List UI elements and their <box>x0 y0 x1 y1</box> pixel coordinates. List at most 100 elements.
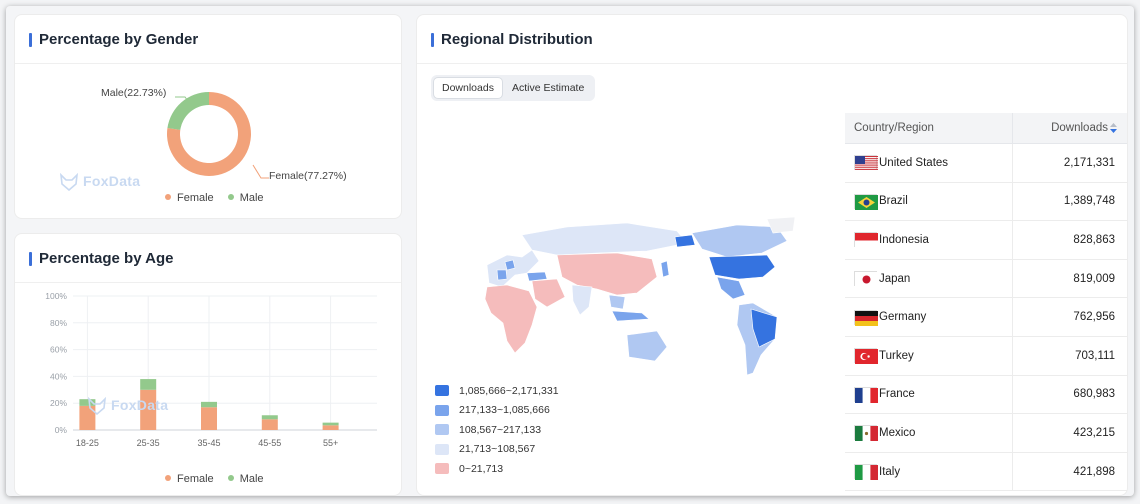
map-country-france <box>496 269 508 281</box>
x-tick-label: 18-25 <box>76 438 99 448</box>
map-region-russia <box>521 222 688 256</box>
table-row[interactable]: United States 2,171,331 <box>845 144 1127 183</box>
column-header-downloads[interactable]: Downloads <box>1013 122 1127 134</box>
country-cell: France <box>845 375 1013 414</box>
table-body: United States 2,171,331 Brazil 1,389,748 Ind… <box>845 144 1127 492</box>
map-legend-item[interactable]: 0~21,713 <box>435 459 559 479</box>
regional-card: Regional Distribution Downloads Active E… <box>416 14 1128 496</box>
map-region-india <box>571 284 593 316</box>
column-header-country: Country/Region <box>845 113 1013 143</box>
country-cell: Indonesia <box>845 221 1013 259</box>
table-row[interactable]: France 680,983 <box>845 375 1127 415</box>
map-legend-item[interactable]: 1,085,666~2,171,331 <box>435 381 559 401</box>
country-name: Mexico <box>879 426 916 439</box>
downloads-cell: 2,171,331 <box>1063 156 1115 169</box>
sort-icon <box>1110 122 1117 133</box>
donut-slice-male[interactable] <box>167 92 209 130</box>
country-cell: Japan <box>845 259 1013 298</box>
downloads-cell: 762,956 <box>1073 311 1115 324</box>
x-tick-label: 25-35 <box>137 438 160 448</box>
country-name: United States <box>879 156 949 169</box>
fox-logo-icon <box>59 173 79 192</box>
map-region-se-asia <box>608 294 626 310</box>
legend-male[interactable]: Male <box>227 473 264 485</box>
table-row[interactable]: Italy 421,898 <box>845 452 1127 492</box>
country-name: Germany <box>879 311 927 324</box>
y-tick-label: 80% <box>50 318 67 328</box>
map-country-germany <box>504 259 516 271</box>
fox-logo-icon <box>87 397 107 416</box>
tab-downloads[interactable]: Downloads <box>434 78 502 98</box>
bar-female-55+[interactable] <box>322 425 339 430</box>
country-name: Indonesia <box>879 233 929 246</box>
map-country-mexico <box>716 276 746 300</box>
country-table: Country/Region Downloads United States 2,… <box>845 113 1127 493</box>
country-cell: Mexico <box>845 414 1013 452</box>
downloads-cell: 423,215 <box>1073 426 1115 439</box>
y-tick-label: 20% <box>50 398 67 408</box>
bar-male-25-35[interactable] <box>140 379 157 390</box>
country-cell: Brazil <box>845 182 1013 221</box>
bar-male-45-55[interactable] <box>261 415 278 420</box>
legend-female[interactable]: Female <box>165 473 214 485</box>
map-legend-item[interactable]: 217,133~1,085,666 <box>435 401 559 421</box>
age-card-title: Percentage by Age <box>29 250 174 267</box>
gender-card: Percentage by Gender Male(22.73%) Female… <box>14 14 402 219</box>
downloads-cell: 421,898 <box>1073 465 1115 478</box>
country-name: Italy <box>879 465 901 478</box>
mx-flag-icon <box>854 425 878 442</box>
gender-legend: Female Male <box>165 192 264 204</box>
world-map[interactable] <box>477 215 797 385</box>
bar-female-45-55[interactable] <box>261 419 278 430</box>
male-slice-label: Male(22.73%) <box>101 87 166 99</box>
legend-swatch <box>435 385 449 397</box>
x-tick-label: 45-55 <box>258 438 281 448</box>
table-row[interactable]: Germany 762,956 <box>845 298 1127 337</box>
table-row[interactable]: Mexico 423,215 <box>845 414 1127 453</box>
foxdata-watermark: FoxData <box>59 173 140 192</box>
legend-male[interactable]: Male <box>227 192 264 204</box>
downloads-cell: 680,983 <box>1073 388 1115 401</box>
age-legend: Female Male <box>165 473 264 485</box>
map-country-japan <box>660 260 670 278</box>
downloads-cell: 819,009 <box>1073 272 1115 285</box>
female-slice-label: Female(77.27%) <box>269 170 347 182</box>
map-country-indonesia <box>611 310 650 322</box>
map-legend-item[interactable]: 108,567~217,133 <box>435 420 559 440</box>
us-flag-icon <box>854 155 878 171</box>
downloads-cell: 703,111 <box>1075 349 1115 362</box>
bar-female-35-45[interactable] <box>201 407 217 430</box>
regional-card-title: Regional Distribution <box>431 31 593 48</box>
y-tick-label: 60% <box>50 345 67 355</box>
tab-active-estimate[interactable]: Active Estimate <box>504 78 592 98</box>
table-row[interactable]: Turkey 703,111 <box>845 336 1127 376</box>
x-tick-label: 55+ <box>323 438 338 448</box>
table-row[interactable]: Indonesia 828,863 <box>845 221 1127 260</box>
legend-swatch <box>435 404 449 416</box>
y-tick-label: 40% <box>50 371 67 381</box>
map-legend-item[interactable]: 21,713~108,567 <box>435 440 559 460</box>
downloads-cell: 828,863 <box>1073 233 1115 246</box>
country-name: Japan <box>879 272 911 285</box>
dashboard-frame: Percentage by Gender Male(22.73%) Female… <box>6 6 1134 496</box>
bar-male-35-45[interactable] <box>201 401 217 408</box>
metric-toggle: Downloads Active Estimate <box>431 75 596 101</box>
y-tick-label: 100% <box>45 291 67 301</box>
table-row[interactable]: Brazil 1,389,748 <box>845 182 1127 222</box>
bar-male-55+[interactable] <box>322 422 339 426</box>
age-card: Percentage by Age 100% 80% 60% 40% 20% 0% 18-2… <box>14 233 402 496</box>
it-flag-icon <box>854 464 878 481</box>
fr-flag-icon <box>854 386 878 403</box>
map-country-united-states <box>708 254 776 280</box>
map-region-africa <box>484 284 538 354</box>
jp-flag-icon <box>854 271 878 288</box>
table-row[interactable]: Japan 819,009 <box>845 259 1127 299</box>
y-tick-label: 0% <box>55 425 68 435</box>
legend-female[interactable]: Female <box>165 192 214 204</box>
map-region-australia <box>626 330 668 362</box>
country-cell: Germany <box>845 298 1013 336</box>
country-cell: Turkey <box>845 336 1013 375</box>
table-header: Country/Region Downloads <box>845 113 1127 144</box>
age-bar-chart: 100% 80% 60% 40% 20% 0% 18-25 25-35 35-45 45-55 55… <box>45 291 377 448</box>
country-name: Turkey <box>879 349 914 362</box>
